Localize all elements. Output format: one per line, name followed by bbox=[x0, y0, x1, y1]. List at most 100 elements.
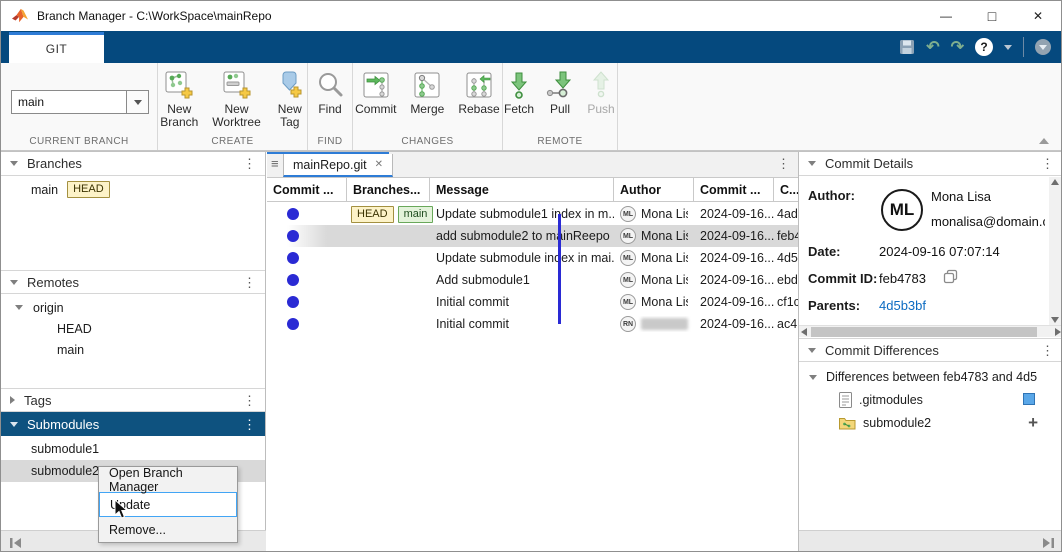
rebase-icon bbox=[463, 69, 495, 101]
redo-icon[interactable]: ↷ bbox=[951, 37, 964, 57]
commit-node-icon bbox=[287, 252, 299, 264]
undo-icon[interactable]: ↶ bbox=[926, 37, 939, 57]
avatar: ML bbox=[620, 206, 636, 222]
rebase-button[interactable]: Rebase bbox=[455, 67, 502, 118]
diff-file-submodule2[interactable]: submodule2 + bbox=[799, 411, 1062, 434]
section-create: New Branch New Worktree bbox=[158, 63, 308, 150]
commit-id: 4ad bbox=[774, 207, 798, 221]
commit-differences-title: Commit Differences bbox=[825, 343, 1041, 358]
commit-icon bbox=[360, 69, 392, 101]
chevron-down-icon bbox=[10, 422, 18, 427]
scroll-left-icon[interactable] bbox=[801, 328, 807, 336]
table-row[interactable]: Update submodule index in mai... ML Mona… bbox=[267, 247, 798, 269]
commit-details-body: Author: ML Mona Lisa monalisa@domain.co … bbox=[799, 176, 1062, 337]
diff-file-gitmodules[interactable]: .gitmodules bbox=[799, 388, 1062, 411]
branches-menu-icon[interactable]: ⋮ bbox=[243, 157, 256, 170]
commit-message: Update submodule index in mai... bbox=[430, 251, 614, 265]
column-header-date[interactable]: Commit ... bbox=[694, 178, 774, 201]
remote-item-origin[interactable]: origin bbox=[1, 297, 265, 318]
find-button[interactable]: Find bbox=[311, 67, 349, 118]
help-icon[interactable]: ? bbox=[975, 38, 993, 56]
new-worktree-button[interactable]: New Worktree bbox=[209, 67, 263, 131]
current-branch-combobox[interactable]: main bbox=[11, 90, 149, 114]
submodule-item-1[interactable]: submodule1 bbox=[1, 438, 265, 460]
close-button[interactable]: ✕ bbox=[1015, 1, 1061, 31]
push-label: Push bbox=[587, 103, 614, 116]
table-row-selected[interactable]: add submodule2 to mainReepo ML Mona Lis … bbox=[267, 225, 798, 247]
menu-item-remove[interactable]: Remove... bbox=[99, 517, 237, 542]
differences-group[interactable]: Differences between feb4783 and 4d5 bbox=[799, 366, 1062, 388]
details-hscrollbar[interactable] bbox=[799, 325, 1062, 337]
minimize-button[interactable]: — bbox=[923, 1, 969, 31]
scrollbar-thumb[interactable] bbox=[811, 327, 1037, 337]
help-dropdown-icon[interactable] bbox=[1004, 45, 1012, 50]
date-label: Date: bbox=[808, 244, 841, 259]
tags-section-header[interactable]: Tags ⋮ bbox=[1, 388, 265, 412]
table-row[interactable]: Initial commit RN 2024-09-16... ac4 bbox=[267, 313, 798, 335]
tab-close-icon[interactable]: ✕ bbox=[375, 159, 383, 170]
scroll-down-icon[interactable] bbox=[1051, 317, 1059, 323]
commit-message: Add submodule1 bbox=[430, 273, 614, 287]
chevron-down-icon bbox=[134, 100, 142, 105]
scroll-up-icon[interactable] bbox=[1051, 179, 1059, 185]
table-row[interactable]: Initial commit ML Mona Lis 2024-09-16...… bbox=[267, 291, 798, 313]
pull-button[interactable]: Pull bbox=[545, 67, 575, 118]
column-header-graph[interactable]: Commit ... bbox=[267, 178, 347, 201]
right-panel-hscrollbar[interactable] bbox=[799, 530, 1062, 552]
details-vscrollbar[interactable] bbox=[1049, 177, 1061, 325]
scroll-left-end-icon[interactable] bbox=[9, 536, 23, 550]
new-tag-button[interactable]: New Tag bbox=[272, 67, 308, 131]
column-header-id[interactable]: C... bbox=[774, 178, 798, 201]
column-header-branches[interactable]: Branches... bbox=[347, 178, 430, 201]
submodules-menu-icon[interactable]: ⋮ bbox=[243, 418, 256, 431]
scroll-right-end-icon[interactable] bbox=[1041, 536, 1055, 550]
document-tabbar: ≡ mainRepo.git ✕ ⋮ bbox=[267, 152, 798, 177]
branch-dropdown-button[interactable] bbox=[126, 91, 148, 113]
remote-item-head[interactable]: HEAD bbox=[1, 318, 265, 339]
remotes-menu-icon[interactable]: ⋮ bbox=[243, 276, 256, 289]
commit-details-header[interactable]: Commit Details ⋮ bbox=[799, 152, 1062, 176]
tags-menu-icon[interactable]: ⋮ bbox=[243, 394, 256, 407]
collapse-toolstrip-icon[interactable] bbox=[1039, 138, 1049, 144]
remote-item-main[interactable]: main bbox=[1, 339, 265, 360]
tab-mainrepo-git[interactable]: mainRepo.git ✕ bbox=[283, 154, 393, 177]
save-icon[interactable] bbox=[899, 39, 915, 55]
remotes-section-header[interactable]: Remotes ⋮ bbox=[1, 270, 265, 294]
commit-date: 2024-09-16... bbox=[694, 251, 774, 265]
fetch-button[interactable]: Fetch bbox=[501, 67, 537, 118]
maximize-button[interactable]: □ bbox=[969, 1, 1015, 31]
toolstrip-options-icon[interactable] bbox=[1035, 39, 1051, 55]
mouse-cursor-icon bbox=[114, 500, 130, 520]
commit-differences-header[interactable]: Commit Differences ⋮ bbox=[799, 338, 1062, 362]
section-label-create: CREATE bbox=[158, 136, 307, 147]
column-header-author[interactable]: Author bbox=[614, 178, 694, 201]
rebase-label: Rebase bbox=[458, 103, 499, 116]
push-button[interactable]: Push bbox=[583, 67, 619, 118]
scroll-right-icon[interactable] bbox=[1055, 328, 1061, 336]
table-menu-icon[interactable]: ⋮ bbox=[777, 157, 790, 170]
commit-date: 2024-09-16... bbox=[694, 273, 774, 287]
table-row[interactable]: HEAD main Update submodule1 index in m..… bbox=[267, 203, 798, 225]
section-label-remote: REMOTE bbox=[503, 136, 617, 147]
branches-section-header[interactable]: Branches ⋮ bbox=[1, 152, 265, 176]
commit-differences-menu-icon[interactable]: ⋮ bbox=[1041, 344, 1054, 357]
tab-git[interactable]: GIT bbox=[9, 32, 104, 63]
commit-table: HEAD main Update submodule1 index in m..… bbox=[267, 203, 798, 335]
menu-item-open-branch-manager[interactable]: Open Branch Manager bbox=[99, 467, 237, 492]
parent-commit-link[interactable]: 4d5b3bf bbox=[879, 298, 926, 313]
merge-button[interactable]: Merge bbox=[407, 67, 447, 118]
head-badge: HEAD bbox=[67, 181, 110, 198]
column-header-message[interactable]: Message bbox=[430, 178, 614, 201]
copy-icon[interactable] bbox=[943, 269, 958, 284]
commit-button[interactable]: Commit bbox=[352, 67, 399, 118]
new-branch-button[interactable]: New Branch bbox=[157, 67, 201, 131]
commit-node-icon bbox=[287, 296, 299, 308]
section-label-find: FIND bbox=[308, 136, 352, 147]
author-name: Mona Lis bbox=[641, 295, 688, 309]
commit-details-menu-icon[interactable]: ⋮ bbox=[1041, 157, 1054, 170]
submodules-section-header[interactable]: Submodules ⋮ bbox=[1, 412, 265, 436]
table-row[interactable]: Add submodule1 ML Mona Lis 2024-09-16...… bbox=[267, 269, 798, 291]
main-branch-badge: main bbox=[398, 206, 434, 223]
tab-list-icon[interactable]: ≡ bbox=[271, 156, 279, 171]
branch-item-main[interactable]: main HEAD bbox=[1, 179, 265, 200]
